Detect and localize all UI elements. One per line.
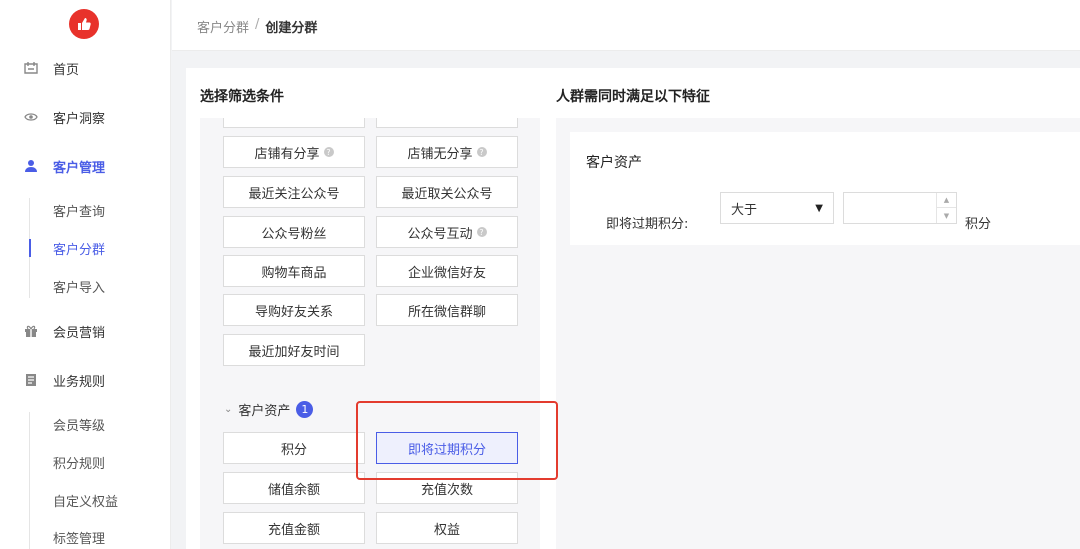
sub-item-customer-segment[interactable]: 客户分群	[0, 236, 171, 260]
filter-shop-has-share[interactable]: 店铺有分享 ?	[223, 136, 365, 168]
user-icon	[24, 159, 38, 173]
main-card: 选择筛选条件 人群需同时满足以下特征 店铺有分享 ? 店铺无分享 ? 最近关注公…	[186, 68, 1080, 549]
sub-item-customer-import[interactable]: 客户导入	[0, 274, 171, 298]
filter-panel[interactable]: 店铺有分享 ? 店铺无分享 ? 最近关注公众号 最近取关公众号 公众号粉丝 公众…	[200, 118, 540, 549]
filter-points[interactable]: 积分	[223, 432, 365, 464]
filter-guide-friend-relation[interactable]: 导购好友关系	[223, 294, 365, 326]
highlight-annotation	[356, 401, 558, 480]
filter-button-cut[interactable]	[376, 118, 518, 128]
filter-label: 最近关注公众号	[248, 186, 340, 202]
selected-count-badge: 1	[296, 401, 314, 418]
filter-label: 充值次数	[420, 482, 473, 498]
breadcrumb-current: 创建分群	[265, 21, 318, 36]
filter-recent-add-friend-time[interactable]: 最近加好友时间	[223, 334, 365, 366]
filter-official-interaction[interactable]: 公众号互动 ?	[376, 216, 518, 248]
nav-item-customer-management[interactable]: 客户管理	[0, 153, 171, 179]
filter-label: 所在微信群聊	[407, 304, 486, 320]
help-icon[interactable]: ?	[323, 147, 334, 157]
nav-label: 客户洞察	[53, 111, 106, 127]
stepper-up-icon[interactable]: ▲	[937, 193, 956, 208]
nav-item-home[interactable]: 首页	[0, 55, 171, 81]
sub-label: 自定义权益	[53, 494, 119, 510]
filter-button-cut[interactable]	[223, 118, 365, 128]
filter-stored-balance[interactable]: 储值余额	[223, 472, 365, 504]
sub-item-custom-benefits[interactable]: 自定义权益	[0, 488, 171, 512]
condition-section-title: 人群需同时满足以下特征	[556, 89, 710, 105]
sub-item-customer-query[interactable]: 客户查询	[0, 198, 171, 222]
stepper-down-icon[interactable]: ▼	[937, 208, 956, 223]
nav-label: 首页	[53, 62, 80, 78]
filter-label: 购物车商品	[261, 265, 327, 281]
condition-card: 客户资产 即将过期积分: 大于 ▼ ▲ ▼ 积分	[570, 132, 1080, 245]
nav-item-member-marketing[interactable]: 会员营销	[0, 318, 171, 344]
filter-label: 店铺有分享	[254, 146, 320, 162]
filter-section-title: 选择筛选条件	[200, 89, 284, 105]
condition-panel: 客户资产 即将过期积分: 大于 ▼ ▲ ▼ 积分	[556, 118, 1080, 549]
breadcrumb: 客户分群 / 创建分群	[197, 17, 317, 36]
sub-label: 客户分群	[53, 242, 106, 258]
condition-field-label: 即将过期积分:	[606, 217, 689, 232]
caret-down-icon: ▼	[815, 202, 823, 214]
filter-label: 企业微信好友	[407, 265, 486, 281]
condition-card-title: 客户资产	[586, 155, 642, 171]
filter-recent-unfollow-official[interactable]: 最近取关公众号	[376, 176, 518, 208]
filter-label: 最近取关公众号	[401, 186, 493, 202]
thumbs-up-logo-icon[interactable]	[69, 9, 99, 39]
filter-label: 最近加好友时间	[248, 344, 340, 360]
sidebar: 首页 客户洞察 客户管理 客户查询 客户分群 客户导入 会员营销 业务规则 会员	[0, 0, 171, 549]
help-icon[interactable]: ?	[476, 227, 487, 237]
sub-item-member-level[interactable]: 会员等级	[0, 412, 171, 436]
operator-select[interactable]: 大于 ▼	[720, 192, 834, 224]
sub-label: 客户查询	[53, 204, 106, 220]
sub-item-points-rules[interactable]: 积分规则	[0, 450, 171, 474]
nav-label: 业务规则	[53, 374, 106, 390]
filter-cart-goods[interactable]: 购物车商品	[223, 255, 365, 287]
group-label: 客户资产	[238, 404, 291, 419]
sub-label: 标签管理	[53, 531, 106, 547]
gift-icon	[24, 324, 38, 338]
points-value-input[interactable]: ▲ ▼	[843, 192, 957, 224]
eye-icon	[24, 110, 38, 124]
breadcrumb-parent[interactable]: 客户分群	[197, 17, 249, 36]
sub-label: 会员等级	[53, 418, 106, 434]
top-header: 客户分群 / 创建分群	[172, 0, 1080, 51]
operator-value: 大于	[731, 202, 758, 218]
filter-wecom-friend[interactable]: 企业微信好友	[376, 255, 518, 287]
nav-label: 会员营销	[53, 325, 106, 341]
filter-label: 店铺无分享	[407, 146, 473, 162]
breadcrumb-separator: /	[255, 17, 260, 32]
filter-label: 权益	[433, 522, 460, 538]
sub-item-tag-management[interactable]: 标签管理	[0, 525, 171, 549]
filter-recharge-amount[interactable]: 充值金额	[223, 512, 365, 544]
document-icon	[24, 373, 38, 387]
filter-label: 公众号互动	[407, 226, 473, 242]
filter-label: 积分	[280, 442, 307, 458]
asset-group-header[interactable]: ⌄ 客户资产 1	[224, 400, 314, 419]
help-icon[interactable]: ?	[476, 147, 487, 157]
unit-label: 积分	[965, 217, 992, 232]
filter-shop-no-share[interactable]: 店铺无分享 ?	[376, 136, 518, 168]
points-value-field[interactable]	[844, 193, 934, 223]
chevron-down-icon: ⌄	[224, 404, 233, 415]
filter-wechat-group[interactable]: 所在微信群聊	[376, 294, 518, 326]
number-stepper[interactable]: ▲ ▼	[936, 193, 956, 223]
filter-recent-follow-official[interactable]: 最近关注公众号	[223, 176, 365, 208]
filter-official-fans[interactable]: 公众号粉丝	[223, 216, 365, 248]
sub-label: 客户导入	[53, 280, 106, 296]
filter-label: 公众号粉丝	[261, 226, 327, 242]
sub-label: 积分规则	[53, 456, 106, 472]
home-icon	[24, 61, 38, 75]
nav-item-business-rules[interactable]: 业务规则	[0, 367, 171, 393]
filter-benefits[interactable]: 权益	[376, 512, 518, 544]
filter-label: 充值金额	[267, 522, 320, 538]
nav-item-insight[interactable]: 客户洞察	[0, 104, 171, 130]
nav-label: 客户管理	[53, 160, 106, 176]
filter-label: 导购好友关系	[254, 304, 333, 320]
filter-label: 储值余额	[267, 482, 320, 498]
